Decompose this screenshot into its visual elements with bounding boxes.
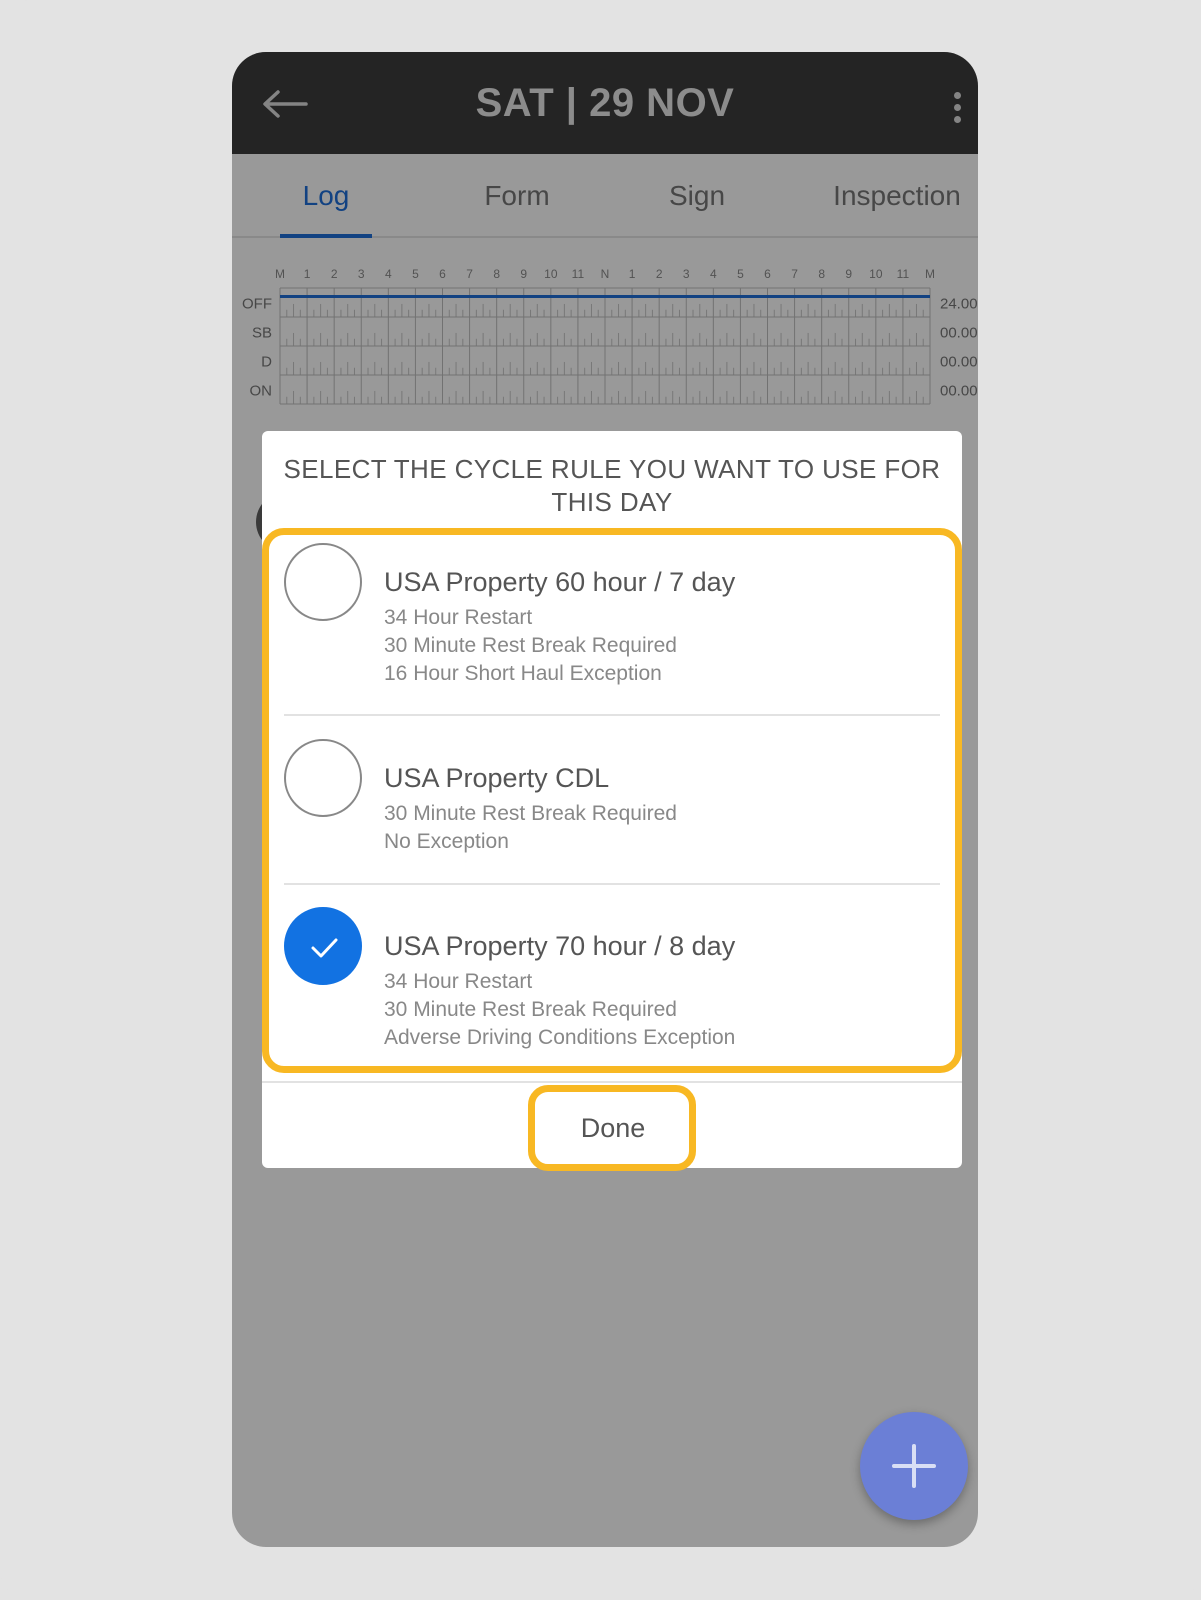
dialog-divider: [262, 1081, 962, 1083]
option-divider: [284, 714, 940, 716]
option-detail: 34 Hour Restart: [384, 606, 533, 629]
option-detail: 34 Hour Restart: [384, 970, 533, 993]
option-detail: 30 Minute Rest Break Required: [384, 634, 677, 657]
cycle-option-70-hour[interactable]: USA Property 70 hour / 8 day 34 Hour Res…: [284, 891, 940, 1071]
option-detail: No Exception: [384, 830, 509, 853]
cycle-option-cdl[interactable]: USA Property CDL 30 Minute Rest Break Re…: [284, 723, 940, 883]
add-fab-button[interactable]: [860, 1412, 968, 1520]
dialog-title: SELECT THE CYCLE RULE YOU WANT TO USE FO…: [283, 454, 941, 517]
cycle-rule-options: USA Property 60 hour / 7 day 34 Hour Res…: [262, 527, 962, 1067]
cycle-option-60-hour[interactable]: USA Property 60 hour / 7 day 34 Hour Res…: [284, 527, 940, 707]
option-detail: 30 Minute Rest Break Required: [384, 998, 677, 1021]
radio-button-selected[interactable]: [284, 907, 362, 985]
option-detail: 16 Hour Short Haul Exception: [384, 662, 662, 685]
option-title: USA Property 70 hour / 8 day: [384, 931, 736, 961]
option-detail: 30 Minute Rest Break Required: [384, 802, 677, 825]
plus-icon: [892, 1444, 936, 1488]
option-title: USA Property CDL: [384, 763, 610, 793]
check-icon: [311, 938, 338, 958]
option-divider: [284, 883, 940, 885]
done-button[interactable]: Done: [530, 1086, 696, 1170]
option-title: USA Property 60 hour / 7 day: [384, 567, 736, 597]
radio-button[interactable]: [284, 543, 362, 621]
option-detail: Adverse Driving Conditions Exception: [384, 1026, 736, 1049]
radio-button[interactable]: [284, 739, 362, 817]
cycle-rule-dialog: SELECT THE CYCLE RULE YOU WANT TO USE FO…: [262, 431, 962, 1168]
